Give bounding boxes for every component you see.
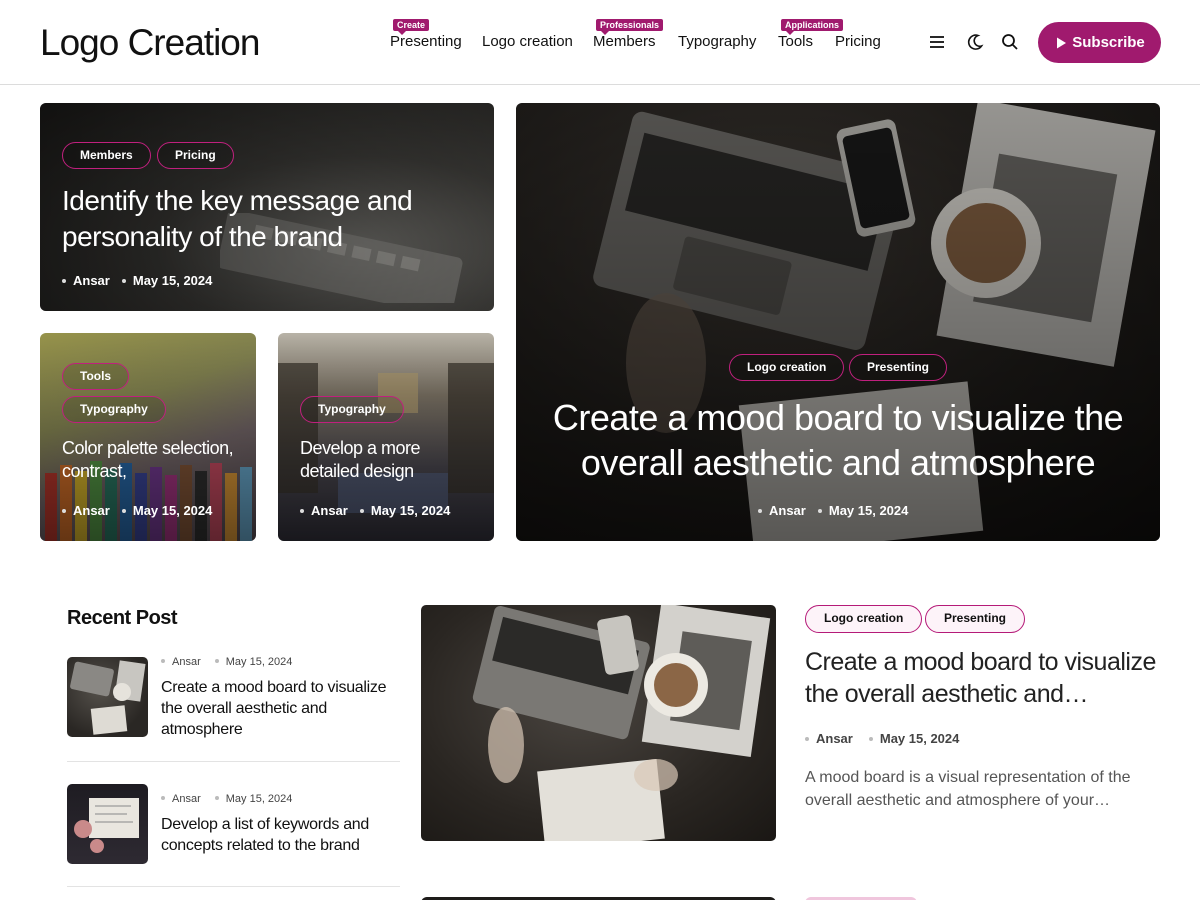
tag-presenting[interactable]: Presenting bbox=[925, 605, 1026, 633]
recent-post-heading: Recent Post bbox=[67, 607, 178, 629]
nav-item-pricing[interactable]: Pricing bbox=[835, 33, 881, 50]
tag-members[interactable]: Members bbox=[62, 142, 151, 169]
nav-item-typography[interactable]: Typography bbox=[678, 33, 756, 50]
card-title[interactable]: Create a mood board to visualize the ove… bbox=[546, 395, 1130, 485]
card-title[interactable]: Identify the key message and personality… bbox=[62, 183, 462, 255]
tag-presenting[interactable]: Presenting bbox=[849, 354, 948, 381]
card-title[interactable]: Develop a more detailed design bbox=[300, 437, 480, 483]
tag-typography[interactable]: Typography bbox=[62, 396, 166, 423]
nav-item-tools[interactable]: Tools bbox=[778, 33, 813, 50]
feature-post-title[interactable]: Create a mood board to visualize the ove… bbox=[805, 646, 1175, 710]
nav-badge-create: Create bbox=[393, 19, 430, 35]
recent-post-thumbnail[interactable] bbox=[67, 784, 148, 864]
site-logo[interactable]: Logo Creation bbox=[40, 22, 260, 64]
author-name[interactable]: Ansar bbox=[311, 503, 348, 518]
post-date: May 15, 2024 bbox=[879, 731, 960, 746]
author-name[interactable]: Ansar bbox=[73, 273, 110, 288]
post-date: May 15, 2024 bbox=[828, 503, 909, 518]
tag-typography[interactable]: Typography bbox=[300, 396, 404, 423]
card-meta: Ansar May 15, 2024 bbox=[62, 273, 212, 288]
author-name[interactable]: Ansar bbox=[172, 656, 201, 668]
nav-item-logo-creation[interactable]: Logo creation bbox=[482, 33, 573, 50]
hero-card-brand-message[interactable]: Members Pricing Identify the key message… bbox=[40, 103, 494, 311]
recent-post-meta: Ansar May 15, 2024 bbox=[161, 793, 292, 805]
feature-post-meta: Ansar May 15, 2024 bbox=[805, 731, 959, 746]
post-date: May 15, 2024 bbox=[132, 273, 213, 288]
nav-badge-professionals: Professionals bbox=[596, 19, 664, 35]
post-date: May 15, 2024 bbox=[225, 656, 293, 668]
card-meta: Ansar May 15, 2024 bbox=[758, 503, 908, 518]
menu-icon[interactable] bbox=[927, 32, 947, 52]
divider bbox=[67, 886, 400, 887]
desk-image-detail bbox=[472, 605, 771, 841]
tag-tools[interactable]: Tools bbox=[62, 363, 130, 390]
post-date: May 15, 2024 bbox=[370, 503, 451, 518]
play-icon bbox=[1057, 37, 1067, 48]
feature-post-excerpt: A mood board is a visual representation … bbox=[805, 769, 1131, 809]
subscribe-label: Subscribe bbox=[1072, 34, 1145, 51]
keywords-thumbnail-detail bbox=[74, 798, 139, 853]
author-name[interactable]: Ansar bbox=[769, 503, 806, 518]
recent-post-title[interactable]: Create a mood board to visualize the ove… bbox=[161, 677, 406, 740]
recent-post-title[interactable]: Develop a list of keywords and concepts … bbox=[161, 814, 406, 856]
post-date: May 15, 2024 bbox=[225, 793, 293, 805]
tag-pricing[interactable]: Pricing bbox=[157, 142, 234, 169]
author-name[interactable]: Ansar bbox=[172, 793, 201, 805]
card-title[interactable]: Color palette selection, contrast, bbox=[62, 437, 242, 483]
search-icon[interactable] bbox=[1000, 32, 1020, 52]
moon-icon[interactable] bbox=[965, 32, 985, 52]
subscribe-button[interactable]: Subscribe bbox=[1038, 22, 1161, 63]
recent-post-meta: Ansar May 15, 2024 bbox=[161, 656, 292, 668]
tag-logo-creation[interactable]: Logo creation bbox=[805, 605, 923, 633]
recent-post-thumbnail[interactable] bbox=[67, 657, 148, 737]
nav-item-members[interactable]: Members bbox=[593, 33, 656, 50]
hero-card-detailed-design[interactable]: Typography Develop a more detailed desig… bbox=[278, 333, 494, 541]
divider bbox=[67, 761, 400, 762]
author-name[interactable]: Ansar bbox=[816, 731, 853, 746]
post-date: May 15, 2024 bbox=[132, 503, 213, 518]
card-meta: Ansar May 15, 2024 bbox=[62, 503, 212, 518]
hero-card-color-palette[interactable]: Tools Typography Color palette selection… bbox=[40, 333, 256, 541]
tag-logo-creation[interactable]: Logo creation bbox=[729, 354, 845, 381]
site-header: Logo Creation Create Presenting Logo cre… bbox=[0, 0, 1200, 85]
nav-item-presenting[interactable]: Presenting bbox=[390, 33, 462, 50]
desk-thumbnail-detail bbox=[70, 660, 146, 735]
author-name[interactable]: Ansar bbox=[73, 503, 110, 518]
nav-badge-applications: Applications bbox=[781, 19, 844, 35]
feature-post-image[interactable] bbox=[421, 605, 776, 841]
card-meta: Ansar May 15, 2024 bbox=[300, 503, 450, 518]
hero-card-mood-board[interactable]: Logo creation Presenting Create a mood b… bbox=[516, 103, 1160, 541]
